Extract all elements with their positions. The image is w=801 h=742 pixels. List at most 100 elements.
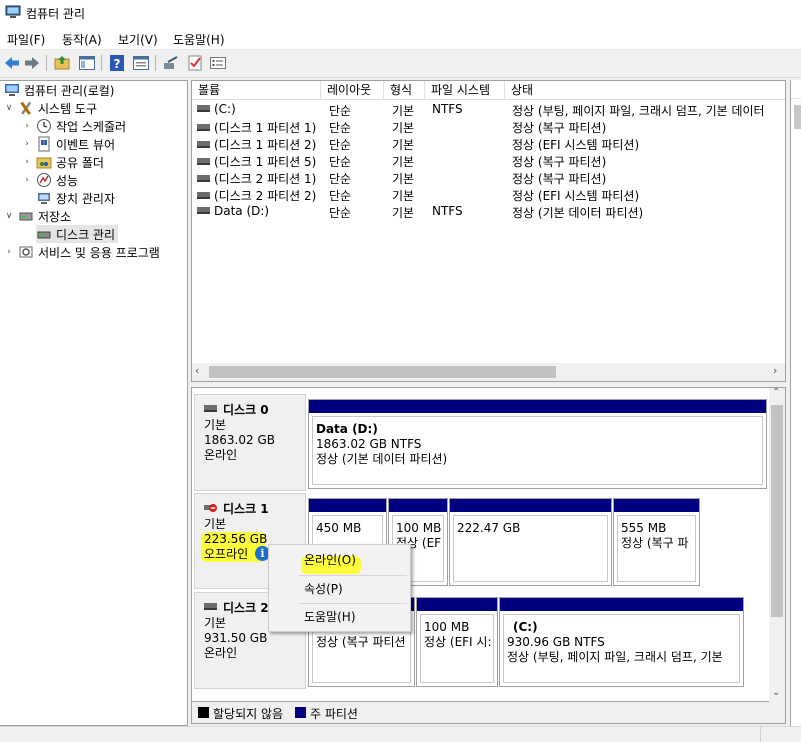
partition-disk1-4[interactable]: 555 MB 정상 (복구 파 bbox=[613, 498, 700, 586]
show-hide-tree-icon[interactable] bbox=[78, 54, 96, 72]
partition-size: 555 MB bbox=[621, 521, 667, 535]
tree-item-shared-folders[interactable]: › 공유 폴더 bbox=[22, 153, 104, 171]
tools-icon bbox=[20, 101, 32, 115]
navigation-tree: 컴퓨터 관리(로컬) ∨ 시스템 도구 › 작업 스케줄러 › ! 이벤트 뷰어… bbox=[0, 80, 188, 726]
scroll-down-icon[interactable]: ⌄ bbox=[772, 687, 780, 698]
volume-icon bbox=[197, 124, 210, 131]
column-header-status[interactable]: 상태 bbox=[505, 81, 785, 100]
chevron-down-icon[interactable]: ∨ bbox=[4, 103, 14, 113]
tree-label-shared-folders: 공유 폴더 bbox=[56, 155, 104, 170]
volume-filesystem: NTFS bbox=[432, 204, 463, 218]
volume-list: 볼륨 레이아웃 형식 파일 시스템 상태 (C:) 단순 기본 NTFS 정상 … bbox=[191, 80, 786, 382]
column-header-layout[interactable]: 레이아웃 bbox=[321, 81, 384, 100]
volume-icon bbox=[197, 105, 210, 112]
volume-status: 정상 (부팅, 페이지 파일, 크래시 덤프, 기본 데이터 bbox=[512, 104, 765, 118]
chevron-right-icon[interactable]: › bbox=[22, 121, 32, 131]
back-icon[interactable] bbox=[3, 54, 21, 72]
column-header-volume[interactable]: 볼륨 bbox=[192, 81, 321, 100]
partition-size: 100 MB bbox=[396, 521, 442, 535]
partition-title: Data (D:) bbox=[316, 422, 378, 436]
partition-data-d[interactable]: Data (D:) 1863.02 GB NTFS 정상 (기본 데이터 파티션… bbox=[308, 399, 767, 489]
tree-label-device-manager: 장치 관리자 bbox=[56, 191, 116, 206]
forward-icon[interactable] bbox=[23, 54, 41, 72]
help-icon[interactable]: ? bbox=[108, 54, 126, 72]
tree-item-performance[interactable]: › 성능 bbox=[22, 171, 78, 189]
tree-item-event-viewer[interactable]: › ! 이벤트 뷰어 bbox=[22, 135, 115, 153]
volume-status: 정상 (기본 데이터 파티션) bbox=[512, 206, 644, 220]
volume-layout: 단순 bbox=[329, 121, 352, 135]
scroll-left-icon[interactable]: ‹ bbox=[195, 364, 199, 377]
legend-primary-swatch bbox=[295, 707, 306, 718]
disk-icon bbox=[204, 405, 217, 412]
partition-disk2-2[interactable]: 100 MB 정상 (EFI 시: bbox=[416, 597, 498, 687]
menu-view[interactable]: 보기(V) bbox=[118, 31, 158, 48]
svg-text:?: ? bbox=[114, 57, 121, 71]
chevron-right-icon[interactable]: › bbox=[22, 139, 32, 149]
disk-size: 1863.02 GB bbox=[204, 433, 275, 447]
menu-file[interactable]: 파일(F) bbox=[7, 31, 45, 48]
tree-item-system-tools[interactable]: ∨ 시스템 도구 bbox=[4, 99, 97, 117]
volume-name: (디스크 1 파티션 5) bbox=[214, 155, 317, 169]
horizontal-scrollbar[interactable]: ‹ › bbox=[192, 363, 785, 381]
table-row[interactable]: Data (D:) 단순 기본 NTFS 정상 (기본 데이터 파티션) bbox=[192, 203, 785, 220]
menu-item-online[interactable]: 온라인(O) bbox=[271, 548, 408, 572]
menu-action[interactable]: 동작(A) bbox=[62, 31, 102, 48]
table-row[interactable]: (디스크 2 파티션 1) 단순 기본 정상 (복구 파티션) bbox=[192, 169, 785, 186]
tree-item-services[interactable]: › 서비스 및 응용 프로그램 bbox=[4, 243, 160, 261]
scroll-right-icon[interactable]: › bbox=[773, 364, 777, 377]
table-row[interactable]: (디스크 2 파티션 2) 단순 기본 정상 (EFI 시스템 파티션) bbox=[192, 186, 785, 203]
up-folder-icon[interactable] bbox=[53, 54, 71, 72]
clock-icon bbox=[37, 119, 51, 133]
column-header-type[interactable]: 형식 bbox=[384, 81, 425, 100]
disk-type: 기본 bbox=[204, 517, 227, 531]
tree-item-disk-management[interactable]: 디스크 관리 bbox=[36, 225, 119, 243]
disk-name: 디스크 2 bbox=[223, 601, 269, 615]
volume-layout: 단순 bbox=[329, 104, 352, 118]
checklist-icon[interactable] bbox=[186, 54, 204, 72]
connect-icon[interactable] bbox=[162, 54, 180, 72]
disk-0-label[interactable]: 디스크 0 기본 1863.02 GB 온라인 bbox=[194, 394, 306, 491]
volume-icon bbox=[197, 207, 210, 214]
menu-help[interactable]: 도움말(H) bbox=[173, 31, 225, 48]
disk-state: 온라인 bbox=[204, 646, 238, 660]
menu-item-properties[interactable]: 속성(P) bbox=[271, 577, 408, 601]
volume-filesystem: NTFS bbox=[432, 102, 463, 116]
details-icon[interactable] bbox=[209, 54, 227, 72]
properties-icon[interactable] bbox=[132, 54, 150, 72]
vertical-scrollbar[interactable]: ⌃ ⌄ bbox=[769, 387, 785, 702]
tree-item-device-manager[interactable]: 장치 관리자 bbox=[36, 189, 115, 207]
table-row[interactable]: (C:) 단순 기본 NTFS 정상 (부팅, 페이지 파일, 크래시 덤프, … bbox=[192, 101, 785, 118]
partition-disk1-3[interactable]: 222.47 GB bbox=[449, 498, 612, 586]
column-header-filesystem[interactable]: 파일 시스템 bbox=[425, 81, 505, 100]
tree-item-root[interactable]: 컴퓨터 관리(로컬) bbox=[4, 81, 114, 99]
volume-layout: 단순 bbox=[329, 172, 352, 186]
scroll-thumb[interactable] bbox=[771, 405, 783, 617]
tree-label-services: 서비스 및 응용 프로그램 bbox=[38, 245, 160, 260]
chevron-right-icon[interactable]: › bbox=[4, 247, 14, 257]
table-row[interactable]: (디스크 1 파티션 5) 단순 기본 정상 (복구 파티션) bbox=[192, 152, 785, 169]
chevron-down-icon[interactable]: ∨ bbox=[4, 211, 14, 221]
menu-item-help[interactable]: 도움말(H) bbox=[271, 605, 408, 629]
event-viewer-icon: ! bbox=[38, 136, 50, 152]
chevron-right-icon[interactable]: › bbox=[22, 157, 32, 167]
partition-c[interactable]: (C:) 930.96 GB NTFS 정상 (부팅, 페이지 파일, 크래시 … bbox=[499, 597, 744, 687]
partition-title: (C:) bbox=[513, 620, 538, 634]
disk-type: 기본 bbox=[204, 418, 227, 432]
scroll-thumb[interactable] bbox=[209, 366, 556, 378]
context-menu: 온라인(O) 속성(P) 도움말(H) bbox=[268, 544, 411, 632]
title-bar: 컴퓨터 관리 bbox=[0, 0, 801, 26]
partition-status: 정상 (복구 파티션 bbox=[316, 635, 406, 649]
volume-icon bbox=[197, 141, 210, 148]
chevron-right-icon[interactable]: › bbox=[22, 175, 32, 185]
table-row[interactable]: (디스크 1 파티션 2) 단순 기본 정상 (EFI 시스템 파티션) bbox=[192, 135, 785, 152]
tree-label-performance: 성능 bbox=[56, 173, 79, 188]
volume-name: (디스크 2 파티션 2) bbox=[214, 189, 317, 203]
tree-item-storage[interactable]: ∨ 저장소 bbox=[4, 207, 71, 225]
scroll-up-icon[interactable]: ⌃ bbox=[772, 387, 780, 398]
table-row[interactable]: (디스크 1 파티션 1) 단순 기본 정상 (복구 파티션) bbox=[192, 118, 785, 135]
disk-name: 디스크 0 bbox=[223, 403, 269, 417]
disk-name: 디스크 1 bbox=[223, 502, 269, 516]
volume-type: 기본 bbox=[392, 155, 415, 169]
tree-item-task-scheduler[interactable]: › 작업 스케줄러 bbox=[22, 117, 126, 135]
partition-status: 정상 (복구 파 bbox=[621, 536, 689, 550]
